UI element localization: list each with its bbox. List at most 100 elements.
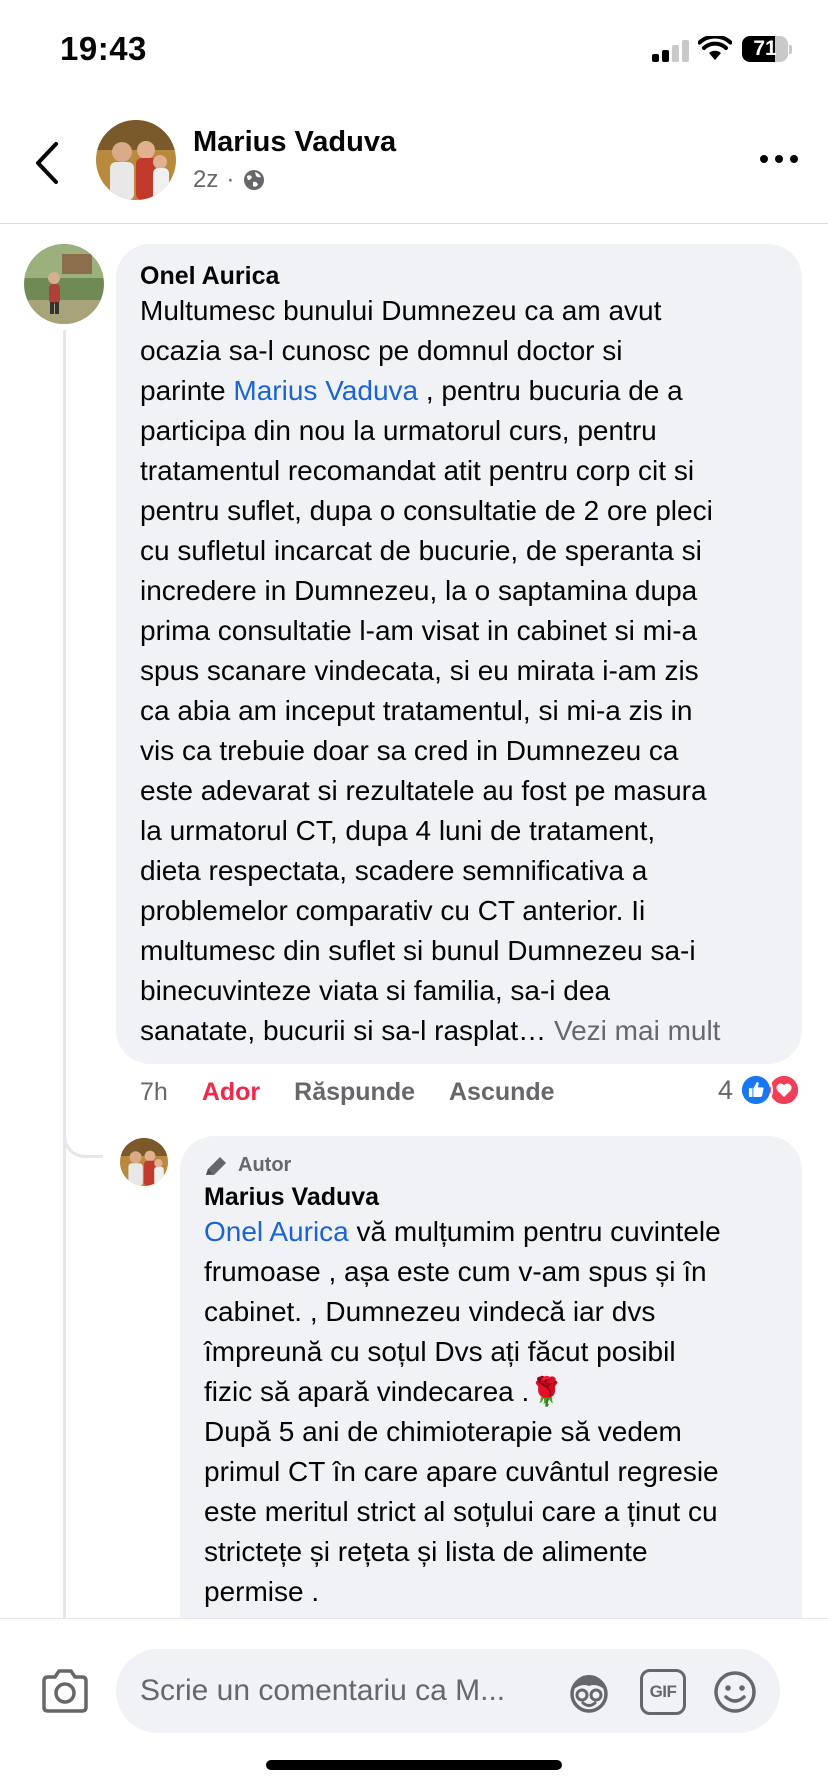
text-segment: fizic să apară vindecarea .🌹 xyxy=(204,1376,565,1407)
text-line: tratamentul recomandat atit pentru corp … xyxy=(140,451,778,491)
text-segment: este meritul strict al soțului care a ți… xyxy=(204,1496,718,1527)
text-line: împreună cu soțul Dvs ați făcut posibil xyxy=(204,1332,778,1372)
text-segment: spus scanare vindecata, si eu mirata i-a… xyxy=(140,655,699,686)
text-segment: dieta respectata, scadere semnificativa … xyxy=(140,855,648,886)
text-segment: este adevarat si rezultatele au fost pe … xyxy=(140,775,707,806)
text-segment: După 5 ani de chimioterapie să vedem xyxy=(204,1416,682,1447)
cellular-signal-icon xyxy=(652,40,692,62)
emoji-icon[interactable] xyxy=(712,1669,758,1715)
text-segment: împreună cu soțul Dvs ați făcut posibil xyxy=(204,1336,676,1367)
status-bar: 19:43 71 xyxy=(0,0,828,100)
text-segment: Multumesc bunului Dumnezeu ca am avut xyxy=(140,295,662,326)
text-line: permise . xyxy=(204,1572,778,1612)
text-segment: pentru suflet, dupa o consultatie de 2 o… xyxy=(140,495,713,526)
author-badge: Autor xyxy=(204,1154,778,1177)
text-line: fizic să apară vindecarea .🌹 xyxy=(204,1372,778,1412)
text-line: vis ca trebuie doar sa cred in Dumnezeu … xyxy=(140,731,778,771)
back-button[interactable] xyxy=(28,138,68,188)
reply-avatar[interactable] xyxy=(120,1138,168,1186)
pencil-icon xyxy=(206,1156,226,1175)
text-line: spus scanare vindecata, si eu mirata i-a… xyxy=(140,651,778,691)
gif-button[interactable]: GIF xyxy=(640,1669,686,1715)
globe-icon[interactable] xyxy=(242,168,266,192)
see-more-link[interactable]: Vezi mai mult xyxy=(554,1015,721,1046)
mention-link[interactable]: Onel Aurica xyxy=(204,1216,349,1247)
text-segment: incredere in Dumnezeu, la o saptamina du… xyxy=(140,575,698,606)
text-line: este meritul strict al soțului care a ți… xyxy=(204,1492,778,1532)
text-segment: cu sufletul incarcat de bucurie, de sper… xyxy=(140,535,702,566)
reply-button[interactable]: Răspunde xyxy=(294,1078,415,1107)
text-segment: vis ca trebuie doar sa cred in Dumnezeu … xyxy=(140,735,679,766)
status-time: 19:43 xyxy=(60,30,147,67)
text-segment: binecuvinteze viata si familia, sa-i dea xyxy=(140,975,611,1006)
header-avatar[interactable] xyxy=(96,120,176,200)
comment-time: 7h xyxy=(140,1077,168,1106)
gif-label: GIF xyxy=(649,1682,677,1701)
text-line: binecuvinteze viata si familia, sa-i dea xyxy=(140,971,778,1011)
text-line: este adevarat si rezultatele au fost pe … xyxy=(140,771,778,811)
text-segment: cabinet. , Dumnezeu vindecă iar dvs xyxy=(204,1296,656,1327)
post-meta: 2z · xyxy=(193,166,266,194)
text-line: sanatate, bucurii si sa-l rasplat… Vezi … xyxy=(140,1011,778,1051)
comment-input[interactable] xyxy=(140,1649,540,1733)
text-line: După 5 ani de chimioterapie să vedem xyxy=(204,1412,778,1452)
thread-branch xyxy=(63,1100,103,1158)
reply-bubble[interactable]: Autor Marius Vaduva Onel Aurica vă mulțu… xyxy=(180,1136,802,1656)
text-line: parinte Marius Vaduva , pentru bucuria d… xyxy=(140,371,778,411)
more-options-button[interactable] xyxy=(760,150,800,170)
text-segment: permise . xyxy=(204,1576,320,1607)
post-header: Marius Vaduva 2z · xyxy=(0,100,828,224)
reply-text: Onel Aurica vă mulțumim pentru cuvintele… xyxy=(204,1212,778,1612)
reaction-count: 4 xyxy=(718,1074,734,1105)
text-segment: strictețe și rețeta și lista de alimente xyxy=(204,1536,648,1567)
hide-button[interactable]: Ascunde xyxy=(449,1078,555,1107)
text-segment: prima consultatie l-am visat in cabinet … xyxy=(140,615,698,646)
text-segment: sanatate, bucurii si sa-l rasplat… xyxy=(140,1015,554,1046)
text-line: Multumesc bunului Dumnezeu ca am avut xyxy=(140,291,778,331)
comment-text: Multumesc bunului Dumnezeu ca am avut oca… xyxy=(140,291,778,1051)
text-line: dieta respectata, scadere semnificativa … xyxy=(140,851,778,891)
reply-author[interactable]: Marius Vaduva xyxy=(204,1183,778,1212)
text-line: prima consultatie l-am visat in cabinet … xyxy=(140,611,778,651)
comment-input-wrap[interactable]: GIF xyxy=(116,1649,780,1733)
camera-icon[interactable] xyxy=(40,1669,90,1713)
text-line: ocazia sa-l cunosc pe domnul doctor si xyxy=(140,331,778,371)
text-segment: tratamentul recomandat atit pentru corp … xyxy=(140,455,695,486)
text-segment: primul CT în care apare cuvântul regresi… xyxy=(204,1456,719,1487)
reaction-summary[interactable]: 4 xyxy=(718,1070,802,1110)
text-line: cu sufletul incarcat de bucurie, de sper… xyxy=(140,531,778,571)
mention-link[interactable]: Marius Vaduva xyxy=(233,375,418,406)
text-line: participa din nou la urmatorul curs, pen… xyxy=(140,411,778,451)
text-segment: vă mulțumim pentru cuvintele xyxy=(348,1216,721,1247)
love-reaction-button[interactable]: Ador xyxy=(202,1078,260,1107)
comment-actions: 7h Ador Răspunde Ascunde xyxy=(140,1074,555,1110)
comment-author[interactable]: Onel Aurica xyxy=(140,262,778,291)
text-segment: , pentru bucuria de a xyxy=(418,375,683,406)
text-line: problemelor comparativ cu CT anterior. I… xyxy=(140,891,778,931)
text-segment: ca abia am inceput tratamentul, si mi-a … xyxy=(140,695,693,726)
text-line: strictețe și rețeta și lista de alimente xyxy=(204,1532,778,1572)
post-author-name[interactable]: Marius Vaduva xyxy=(193,126,396,159)
home-indicator xyxy=(266,1760,562,1770)
text-segment: multumesc din suflet si bunul Dumnezeu s… xyxy=(140,935,696,966)
author-badge-label: Autor xyxy=(238,1154,292,1176)
text-segment: problemelor comparativ cu CT anterior. I… xyxy=(140,895,646,926)
avatar-sticker-icon[interactable] xyxy=(566,1669,612,1715)
text-segment: parinte xyxy=(140,375,234,406)
text-line: cabinet. , Dumnezeu vindecă iar dvs xyxy=(204,1292,778,1332)
post-time: 2z xyxy=(193,166,219,193)
text-line: la urmatorul CT, dupa 4 luni de tratamen… xyxy=(140,811,778,851)
text-segment: ocazia sa-l cunosc pe domnul doctor si xyxy=(140,335,623,366)
text-segment: frumoase , așa este cum v-am spus și în xyxy=(204,1256,707,1287)
text-segment: la urmatorul CT, dupa 4 luni de tratamen… xyxy=(140,815,656,846)
text-line: ca abia am inceput tratamentul, si mi-a … xyxy=(140,691,778,731)
text-segment: participa din nou la urmatorul curs, pen… xyxy=(140,415,657,446)
battery-icon: 71 xyxy=(742,36,792,62)
text-line: pentru suflet, dupa o consultatie de 2 o… xyxy=(140,491,778,531)
text-line: frumoase , așa este cum v-am spus și în xyxy=(204,1252,778,1292)
text-line: Onel Aurica vă mulțumim pentru cuvintele xyxy=(204,1212,778,1252)
meta-separator: · xyxy=(226,166,235,193)
comment-bubble[interactable]: Onel Aurica Multumesc bunului Dumnezeu c… xyxy=(116,244,802,1064)
text-line: primul CT în care apare cuvântul regresi… xyxy=(204,1452,778,1492)
commenter-avatar[interactable] xyxy=(24,244,104,324)
